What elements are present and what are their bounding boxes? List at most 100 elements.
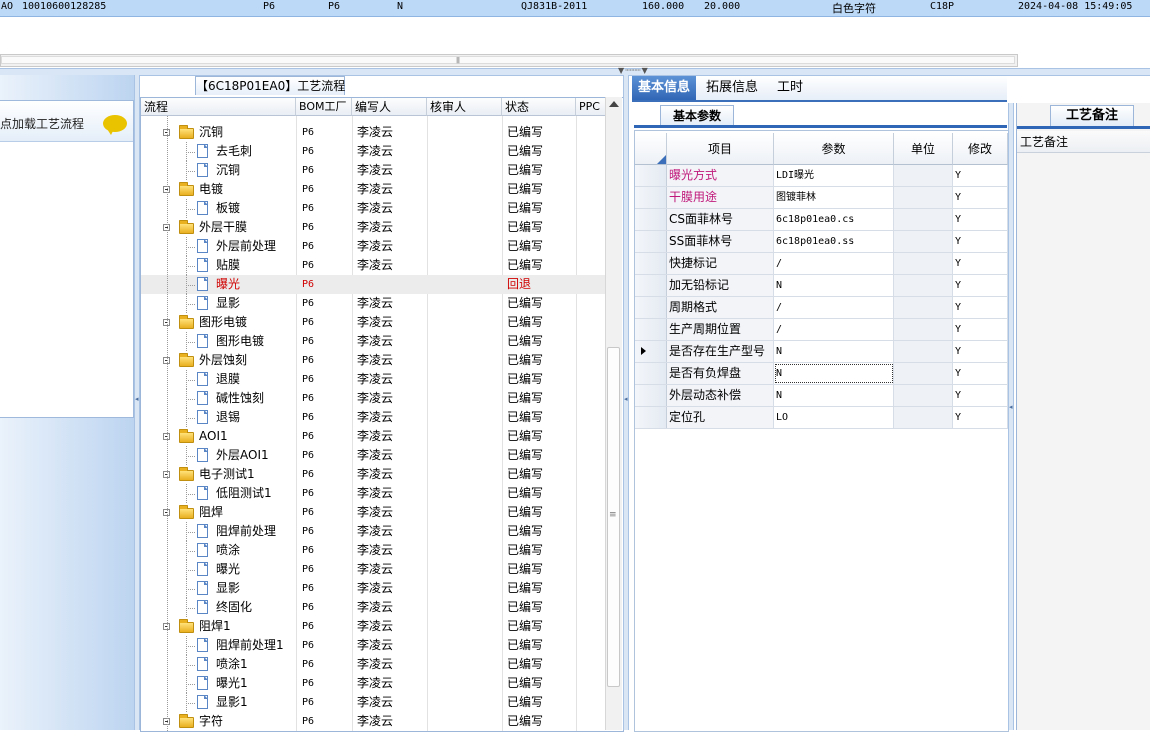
param-unit-cell[interactable] <box>894 341 953 362</box>
row-header[interactable] <box>635 297 667 318</box>
param-row[interactable]: 干膜用途 图镀菲林 Y <box>635 187 1008 209</box>
col-header-bom-factory[interactable]: BOM工厂 <box>296 98 352 116</box>
param-row[interactable]: 外层动态补偿 N Y <box>635 385 1008 407</box>
param-modify-cell[interactable]: Y <box>953 297 1008 318</box>
param-value-cell[interactable]: N <box>774 275 894 296</box>
param-value-cell[interactable]: 图镀菲林 <box>774 187 894 208</box>
tree-row[interactable]: 显影1 P6 李凌云 已编写 <box>141 693 606 712</box>
row-header[interactable] <box>635 231 667 252</box>
horizontal-splitter[interactable]: ▼ ·········· ▼ <box>0 66 1150 76</box>
param-value-cell[interactable]: N <box>774 341 894 362</box>
tree-scroll-thumb[interactable]: ≡ <box>607 347 620 687</box>
param-unit-cell[interactable] <box>894 275 953 296</box>
tree-row[interactable]: 阻焊前处理 P6 李凌云 已编写 <box>141 522 606 541</box>
param-row[interactable]: 周期格式 / Y <box>635 297 1008 319</box>
tab-work-hours[interactable]: 工时 <box>768 76 812 100</box>
param-value-cell[interactable]: LDI曝光 <box>774 165 894 186</box>
subtab-basic-params[interactable]: 基本参数 <box>660 105 734 126</box>
param-modify-cell[interactable]: Y <box>953 275 1008 296</box>
param-modify-cell[interactable]: Y <box>953 341 1008 362</box>
param-unit-cell[interactable] <box>894 231 953 252</box>
param-unit-cell[interactable] <box>894 363 953 384</box>
param-row[interactable]: 曝光方式 LDI曝光 Y <box>635 165 1008 187</box>
param-modify-cell[interactable]: Y <box>953 253 1008 274</box>
tree-row[interactable]: 沉铜 P6 李凌云 已编写 <box>141 161 606 180</box>
tab-process-remarks[interactable]: 工艺备注 <box>1050 105 1134 126</box>
tree-row[interactable]: 曝光1 P6 李凌云 已编写 <box>141 674 606 693</box>
row-header[interactable] <box>635 385 667 406</box>
col-header-unit[interactable]: 单位 <box>894 133 953 165</box>
tree-row[interactable]: 喷涂1 P6 李凌云 已编写 <box>141 655 606 674</box>
tree-row[interactable]: 显影 P6 李凌云 已编写 <box>141 579 606 598</box>
tree-row[interactable]: 显影 P6 李凌云 已编写 <box>141 294 606 313</box>
row-header[interactable] <box>635 253 667 274</box>
row-header[interactable] <box>635 341 667 362</box>
param-unit-cell[interactable] <box>894 297 953 318</box>
tree-row[interactable]: 图形电镀 P6 李凌云 已编写 <box>141 332 606 351</box>
col-header-status[interactable]: 状态 <box>502 98 576 116</box>
row-header[interactable] <box>635 407 667 428</box>
tree-row[interactable]: 电子测试1 P6 李凌云 已编写 <box>141 465 606 484</box>
scroll-up-icon[interactable] <box>609 101 619 107</box>
horizontal-scrollbar[interactable]: ||| <box>0 54 1018 67</box>
tree-row[interactable]: 终固化 P6 李凌云 已编写 <box>141 598 606 617</box>
top-record-row[interactable]: AO 10010600128285 P6 P6 N QJ831B-2011 16… <box>0 0 1150 17</box>
speech-bubble-icon[interactable] <box>103 115 127 135</box>
param-row[interactable]: SS面菲林号 6c18p01ea0.ss Y <box>635 231 1008 253</box>
param-row[interactable]: 生产周期位置 / Y <box>635 319 1008 341</box>
param-row[interactable]: 加无铅标记 N Y <box>635 275 1008 297</box>
tree-row[interactable]: 外层AOI1 P6 李凌云 已编写 <box>141 446 606 465</box>
param-row[interactable]: 定位孔 LO Y <box>635 407 1008 429</box>
param-unit-cell[interactable] <box>894 385 953 406</box>
tree-row[interactable]: 退膜 P6 李凌云 已编写 <box>141 370 606 389</box>
tree-row[interactable]: 板镀 P6 李凌云 已编写 <box>141 199 606 218</box>
tab-basic-info[interactable]: 基本信息 <box>632 76 696 100</box>
col-header-modify[interactable]: 修改 <box>953 133 1008 165</box>
param-unit-cell[interactable] <box>894 209 953 230</box>
param-modify-cell[interactable]: Y <box>953 165 1008 186</box>
row-header[interactable] <box>635 209 667 230</box>
tree-row[interactable]: 电镀 P6 李凌云 已编写 <box>141 180 606 199</box>
load-process-card[interactable]: 点加载工艺流程 <box>0 100 134 418</box>
middle-vertical-splitter[interactable]: ◂ <box>623 75 629 730</box>
row-header[interactable] <box>635 275 667 296</box>
param-unit-cell[interactable] <box>894 253 953 274</box>
param-unit-cell[interactable] <box>894 165 953 186</box>
param-modify-cell[interactable]: Y <box>953 407 1008 428</box>
tree-row[interactable]: 贴膜 P6 李凌云 已编写 <box>141 256 606 275</box>
param-value-cell[interactable]: / <box>774 253 894 274</box>
tree-row[interactable]: 退锡 P6 李凌云 已编写 <box>141 408 606 427</box>
col-header-writer[interactable]: 编写人 <box>352 98 427 116</box>
param-row[interactable]: 是否存在生产型号 N Y <box>635 341 1008 363</box>
param-unit-cell[interactable] <box>894 187 953 208</box>
tree-vertical-scrollbar[interactable]: ≡ <box>605 97 622 730</box>
param-row[interactable]: CS面菲林号 6c18p01ea0.cs Y <box>635 209 1008 231</box>
param-value-cell[interactable]: 6c18p01ea0.ss <box>774 231 894 252</box>
tree-row[interactable]: 字符 P6 李凌云 已编写 <box>141 712 606 731</box>
param-value-cell[interactable]: N <box>774 363 894 384</box>
right-vertical-splitter[interactable]: ◂ <box>1008 103 1014 730</box>
param-modify-cell[interactable]: Y <box>953 319 1008 340</box>
tree-row[interactable]: AOI1 P6 李凌云 已编写 <box>141 427 606 446</box>
tree-row[interactable]: 阻焊 P6 李凌云 已编写 <box>141 503 606 522</box>
param-value-cell[interactable]: LO <box>774 407 894 428</box>
tab-extended-info[interactable]: 拓展信息 <box>700 76 764 100</box>
param-modify-cell[interactable]: Y <box>953 231 1008 252</box>
param-unit-cell[interactable] <box>894 319 953 340</box>
tree-row[interactable]: 外层干膜 P6 李凌云 已编写 <box>141 218 606 237</box>
param-modify-cell[interactable]: Y <box>953 187 1008 208</box>
param-value-cell[interactable]: 6c18p01ea0.cs <box>774 209 894 230</box>
row-header[interactable] <box>635 363 667 384</box>
load-process-header[interactable]: 点加载工艺流程 <box>0 101 133 142</box>
param-modify-cell[interactable]: Y <box>953 209 1008 230</box>
tree-row[interactable]: 阻焊前处理1 P6 李凌云 已编写 <box>141 636 606 655</box>
tree-row[interactable]: 外层前处理 P6 李凌云 已编写 <box>141 237 606 256</box>
tree-row[interactable]: 曝光 P6 李凌云 已编写 <box>141 560 606 579</box>
col-header-item[interactable]: 项目 <box>667 133 774 165</box>
tree-row[interactable]: 阻焊1 P6 李凌云 已编写 <box>141 617 606 636</box>
tree-row[interactable]: 曝光 P6 回退 <box>141 275 606 294</box>
col-header-param[interactable]: 参数 <box>774 133 894 165</box>
tree-row[interactable]: 沉铜 P6 李凌云 已编写 <box>141 123 606 142</box>
tree-row[interactable]: 碱性蚀刻 P6 李凌云 已编写 <box>141 389 606 408</box>
param-value-cell[interactable]: N <box>774 385 894 406</box>
